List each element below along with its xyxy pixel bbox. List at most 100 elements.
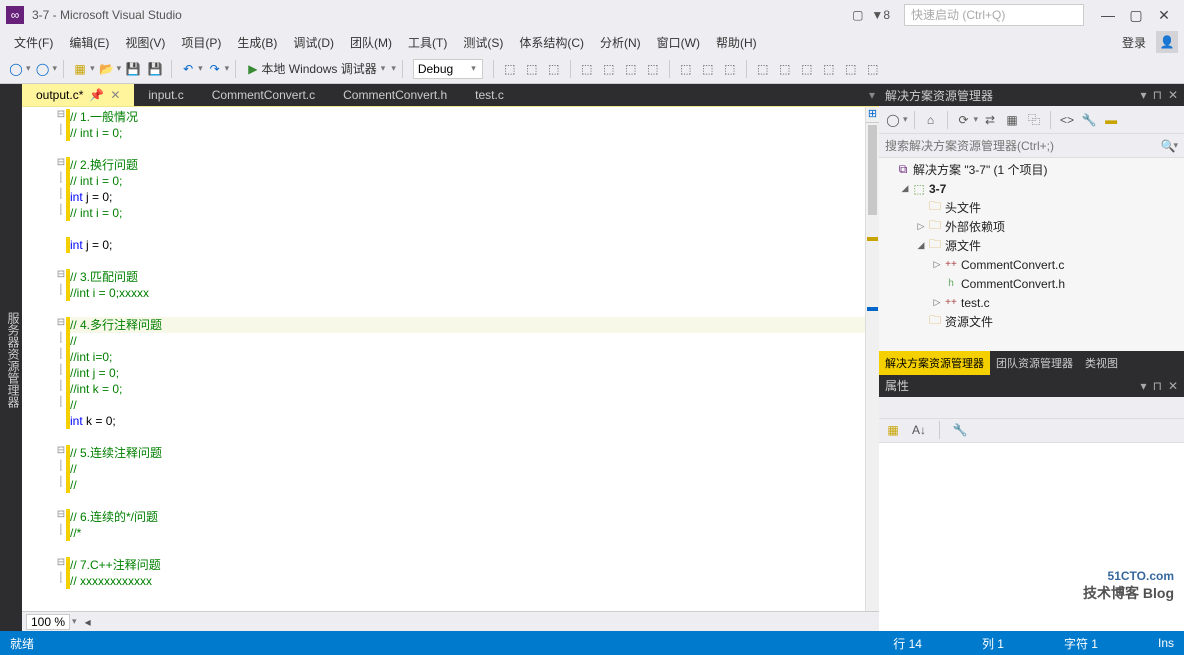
solution-tree[interactable]: ⧉解决方案 "3-7" (1 个项目) ◢⬚3-7 🗀头文件 ▷🗀外部依赖项 ◢…: [879, 158, 1184, 351]
menu-team[interactable]: 团队(M): [342, 34, 400, 51]
menu-debug[interactable]: 调试(D): [285, 34, 342, 51]
menu-edit[interactable]: 编辑(E): [61, 34, 117, 51]
panel-pin-icon[interactable]: ⊓: [1153, 379, 1162, 393]
save-button[interactable]: 💾: [123, 59, 143, 79]
start-debug-button[interactable]: ▶ 本地 Windows 调试器 ▾: [242, 60, 391, 77]
toolbar-btn-g[interactable]: ⬚: [643, 59, 663, 79]
editor-tab-input[interactable]: input.c: [134, 84, 197, 106]
menu-bar: 文件(F) 编辑(E) 视图(V) 项目(P) 生成(B) 调试(D) 团队(M…: [0, 30, 1184, 54]
toolbar-btn-o[interactable]: ⬚: [841, 59, 861, 79]
panel-dropdown-icon[interactable]: ▾: [1141, 379, 1147, 393]
toolbar-btn-m[interactable]: ⬚: [797, 59, 817, 79]
menu-window[interactable]: 窗口(W): [649, 34, 708, 51]
solution-explorer-title: 解决方案资源管理器: [885, 87, 1141, 104]
config-dropdown[interactable]: Debug▾: [413, 59, 483, 79]
menu-test[interactable]: 测试(S): [455, 34, 511, 51]
toolbar-btn-c[interactable]: ⬚: [544, 59, 564, 79]
menu-help[interactable]: 帮助(H): [708, 34, 765, 51]
toolbar-btn-b[interactable]: ⬚: [522, 59, 542, 79]
panel-close-icon[interactable]: ✕: [1168, 379, 1178, 393]
redo-button[interactable]: ↷: [205, 59, 225, 79]
feedback-icon[interactable]: ▢: [852, 8, 863, 22]
property-pages-button[interactable]: 🔧: [950, 420, 970, 440]
tree-file-cc-c[interactable]: ▷++CommentConvert.c: [879, 255, 1184, 274]
se-refresh-button[interactable]: ⇄: [980, 110, 1000, 130]
toolbar-btn-d[interactable]: ⬚: [577, 59, 597, 79]
categorized-button[interactable]: ▦: [883, 420, 903, 440]
server-explorer-tab[interactable]: 服务器资源管理器: [5, 312, 22, 408]
close-icon[interactable]: ✕: [110, 88, 120, 102]
new-project-button[interactable]: ▦: [70, 59, 90, 79]
vertical-scrollbar[interactable]: ⊞: [865, 107, 879, 611]
se-code-button[interactable]: <>: [1057, 110, 1077, 130]
notifications-flag-icon[interactable]: ▼8: [871, 8, 890, 22]
maximize-button[interactable]: ▢: [1122, 7, 1150, 24]
tree-headers-folder[interactable]: 🗀头文件: [879, 198, 1184, 217]
toolbar-btn-j[interactable]: ⬚: [720, 59, 740, 79]
se-properties-button[interactable]: 🔧: [1079, 110, 1099, 130]
tab-team-explorer[interactable]: 团队资源管理器: [990, 351, 1079, 375]
toolbar-btn-h[interactable]: ⬚: [676, 59, 696, 79]
alphabetical-button[interactable]: A↓: [909, 420, 929, 440]
se-search-input[interactable]: [885, 139, 1161, 153]
avatar-icon[interactable]: 👤: [1156, 31, 1178, 53]
tree-file-cc-h[interactable]: hCommentConvert.h: [879, 274, 1184, 293]
tree-resources-folder[interactable]: 🗀资源文件: [879, 312, 1184, 331]
tree-file-test[interactable]: ▷++test.c: [879, 293, 1184, 312]
toolbar-btn-n[interactable]: ⬚: [819, 59, 839, 79]
toolbar-btn-e[interactable]: ⬚: [599, 59, 619, 79]
tree-external-folder[interactable]: ▷🗀外部依赖项: [879, 217, 1184, 236]
title-bar: ∞ 3-7 - Microsoft Visual Studio ▢ ▼8 快速启…: [0, 0, 1184, 30]
properties-object-dropdown[interactable]: [879, 397, 1184, 419]
se-sync-button[interactable]: ⟳: [954, 110, 974, 130]
undo-button[interactable]: ↶: [178, 59, 198, 79]
properties-grid[interactable]: [879, 443, 1184, 632]
tab-solution-explorer[interactable]: 解决方案资源管理器: [879, 351, 990, 375]
hsb-left[interactable]: ◂: [85, 615, 91, 629]
tab-overflow-button[interactable]: ▾: [865, 84, 879, 106]
panel-dropdown-icon[interactable]: ▾: [1141, 88, 1147, 102]
solution-explorer-search[interactable]: 🔍▾: [879, 134, 1184, 158]
nav-forward-button[interactable]: ◯: [33, 59, 53, 79]
se-showall-button[interactable]: ▦: [1002, 110, 1022, 130]
nav-back-button[interactable]: ◯: [6, 59, 26, 79]
menu-file[interactable]: 文件(F): [6, 34, 61, 51]
minimize-button[interactable]: —: [1094, 7, 1122, 23]
sign-in-link[interactable]: 登录: [1122, 34, 1146, 51]
panel-close-icon[interactable]: ✕: [1168, 88, 1178, 102]
menu-project[interactable]: 项目(P): [173, 34, 229, 51]
panel-pin-icon[interactable]: ⊓: [1153, 88, 1162, 102]
menu-build[interactable]: 生成(B): [229, 34, 285, 51]
code-editor[interactable]: ⊟│⊟│││⊟│⊟│││││⊟││⊟│⊟│ // 1.一般情况// int i …: [22, 106, 879, 611]
zoom-dropdown[interactable]: 100 %: [26, 614, 70, 630]
se-back-button[interactable]: ◯: [883, 110, 903, 130]
toolbar-btn-f[interactable]: ⬚: [621, 59, 641, 79]
tree-solution-node[interactable]: ⧉解决方案 "3-7" (1 个项目): [879, 160, 1184, 179]
menu-architecture[interactable]: 体系结构(C): [511, 34, 592, 51]
editor-tab-cc-h[interactable]: CommentConvert.h: [329, 84, 461, 106]
menu-tools[interactable]: 工具(T): [400, 34, 455, 51]
toolbar-btn-l[interactable]: ⬚: [775, 59, 795, 79]
toolbar-btn-k[interactable]: ⬚: [753, 59, 773, 79]
scrollbar-thumb[interactable]: [868, 125, 877, 215]
editor-tab-output[interactable]: output.c* 📌 ✕: [22, 84, 134, 106]
tree-project-node[interactable]: ◢⬚3-7: [879, 179, 1184, 198]
toolbar-btn-a[interactable]: ⬚: [500, 59, 520, 79]
close-button[interactable]: ✕: [1150, 7, 1178, 24]
tab-class-view[interactable]: 类视图: [1079, 351, 1124, 375]
split-button[interactable]: ⊞: [866, 107, 879, 123]
quick-launch-input[interactable]: 快速启动 (Ctrl+Q): [904, 4, 1084, 26]
save-all-button[interactable]: 💾: [145, 59, 165, 79]
editor-tab-test[interactable]: test.c: [461, 84, 518, 106]
open-file-button[interactable]: 📂: [97, 59, 117, 79]
menu-analyze[interactable]: 分析(N): [592, 34, 649, 51]
toolbar-btn-i[interactable]: ⬚: [698, 59, 718, 79]
se-home-button[interactable]: ⌂: [921, 110, 941, 130]
se-preview-button[interactable]: ▬: [1101, 110, 1121, 130]
pin-icon[interactable]: 📌: [89, 88, 104, 102]
se-copy-button[interactable]: ⿻: [1024, 110, 1044, 130]
menu-view[interactable]: 视图(V): [117, 34, 173, 51]
toolbar-btn-p[interactable]: ⬚: [863, 59, 883, 79]
tree-sources-folder[interactable]: ◢🗀源文件: [879, 236, 1184, 255]
editor-tab-cc-c[interactable]: CommentConvert.c: [198, 84, 329, 106]
